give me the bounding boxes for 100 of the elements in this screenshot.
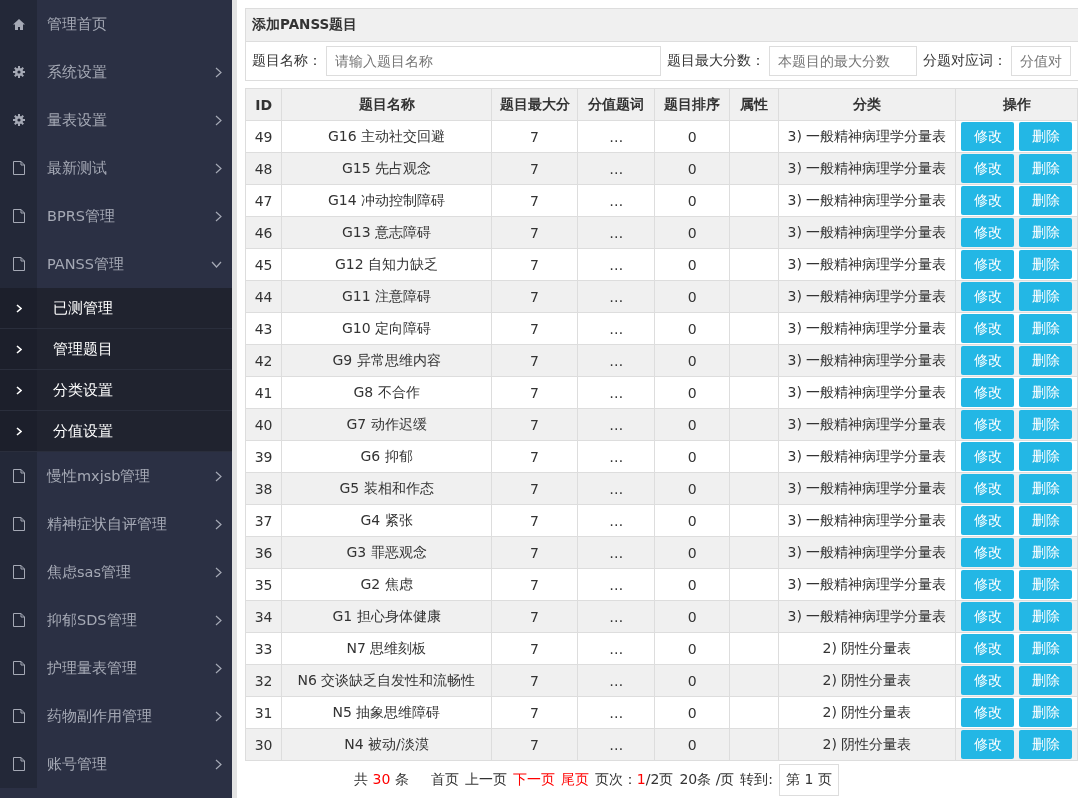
action-button[interactable]: 修改 [961, 410, 1014, 439]
table-cell: G4 紧张 [281, 504, 492, 537]
action-button[interactable]: 删除 [1019, 314, 1072, 343]
action-button[interactable]: 删除 [1019, 474, 1072, 503]
action-button[interactable]: 删除 [1019, 730, 1072, 759]
table-cell: 7 [491, 376, 578, 409]
action-button[interactable]: 修改 [961, 666, 1014, 695]
table-cell: 0 [654, 568, 730, 601]
document-icon [12, 469, 25, 483]
action-button[interactable]: 修改 [961, 506, 1014, 535]
table-cell: 0 [654, 120, 730, 153]
table-cell: G15 先占观念 [281, 152, 492, 185]
table-cell: G1 担心身体健康 [281, 600, 492, 633]
table-cell: 3) 一般精神病理学分量表 [778, 312, 956, 345]
action-button[interactable]: 删除 [1019, 218, 1072, 247]
table-cell: 3) 一般精神病理学分量表 [778, 376, 956, 409]
action-button[interactable]: 修改 [961, 538, 1014, 567]
action-button[interactable]: 删除 [1019, 186, 1072, 215]
action-button[interactable]: 删除 [1019, 506, 1072, 535]
action-button[interactable]: 修改 [961, 122, 1014, 151]
total-count: 共 30 条 [354, 770, 409, 789]
table-cell: … [577, 184, 655, 217]
field-label: 题目名称： [252, 52, 322, 70]
chevron-down-icon [211, 260, 222, 268]
action-button[interactable]: 修改 [961, 378, 1014, 407]
table-cell: 46 [245, 216, 282, 249]
table-cell: … [577, 376, 655, 409]
chevron-right-icon [215, 470, 222, 482]
table-cell: G6 抑郁 [281, 440, 492, 473]
chevron-right-icon [15, 385, 22, 395]
table-cell: 0 [654, 280, 730, 313]
table-cell: 41 [245, 376, 282, 409]
action-button[interactable]: 删除 [1019, 346, 1072, 375]
table-cell: 37 [245, 504, 282, 537]
action-button[interactable]: 删除 [1019, 666, 1072, 695]
table-cell: N6 交谈缺乏自发性和流畅性 [281, 664, 492, 697]
table-cell: G11 注意障碍 [281, 280, 492, 313]
submenu-item[interactable]: 管理题目 [0, 329, 232, 370]
table-cell: 7 [491, 184, 578, 217]
table-cell: 0 [654, 344, 730, 377]
page-jump-field[interactable]: 第 1 页 [779, 763, 839, 796]
page-info: 页次：1/2页 [594, 770, 674, 789]
table-cell: … [577, 536, 655, 569]
action-button[interactable]: 删除 [1019, 378, 1072, 407]
table-cell: 0 [654, 696, 730, 729]
table-cell: … [577, 728, 655, 761]
submenu-item[interactable]: 分值设置 [0, 411, 232, 452]
input-field[interactable]: 本题目的最大分数 [769, 46, 917, 76]
action-button[interactable]: 修改 [961, 186, 1014, 215]
action-button[interactable]: 修改 [961, 282, 1014, 311]
action-button[interactable]: 删除 [1019, 154, 1072, 183]
submenu-item[interactable]: 分类设置 [0, 370, 232, 411]
table-cell: 0 [654, 440, 730, 473]
action-button[interactable]: 修改 [961, 698, 1014, 727]
action-button[interactable]: 删除 [1019, 698, 1072, 727]
table-cell: N7 思维刻板 [281, 632, 492, 665]
table-cell: 7 [491, 152, 578, 185]
action-button[interactable]: 修改 [961, 314, 1014, 343]
action-button[interactable]: 修改 [961, 250, 1014, 279]
submenu-item[interactable]: 已测管理 [0, 288, 232, 329]
table-cell: … [577, 632, 655, 665]
table-cell: … [577, 696, 655, 729]
table-cell: 0 [654, 248, 730, 281]
action-button[interactable]: 修改 [961, 730, 1014, 759]
action-button[interactable]: 修改 [961, 442, 1014, 471]
table-cell: 2) 阴性分量表 [778, 632, 956, 665]
gear-icon [12, 114, 25, 126]
action-button[interactable]: 修改 [961, 474, 1014, 503]
table-cell: G5 装相和作态 [281, 472, 492, 505]
action-button[interactable]: 删除 [1019, 410, 1072, 439]
action-button[interactable]: 删除 [1019, 570, 1072, 599]
action-button[interactable]: 删除 [1019, 634, 1072, 663]
action-button[interactable]: 删除 [1019, 442, 1072, 471]
table-cell: 7 [491, 248, 578, 281]
table-cell: 7 [491, 600, 578, 633]
table-cell: G8 不合作 [281, 376, 492, 409]
action-button[interactable]: 删除 [1019, 250, 1072, 279]
action-button[interactable]: 修改 [961, 570, 1014, 599]
action-button[interactable]: 修改 [961, 602, 1014, 631]
action-button[interactable]: 删除 [1019, 602, 1072, 631]
action-button[interactable]: 修改 [961, 346, 1014, 375]
page-link[interactable]: 下一页 [512, 770, 555, 789]
action-button[interactable]: 修改 [961, 634, 1014, 663]
page-link[interactable]: 尾页 [560, 770, 589, 789]
table-cell: 0 [654, 504, 730, 537]
action-button[interactable]: 删除 [1019, 538, 1072, 567]
action-button[interactable]: 删除 [1019, 282, 1072, 311]
input-field[interactable]: 分值对 [1011, 46, 1071, 76]
table-cell: 48 [245, 152, 282, 185]
action-button[interactable]: 删除 [1019, 122, 1072, 151]
table-cell: … [577, 344, 655, 377]
table-cell: 0 [654, 632, 730, 665]
action-button[interactable]: 修改 [961, 154, 1014, 183]
action-button[interactable]: 修改 [961, 218, 1014, 247]
page-size: 20条 /页 [679, 770, 735, 789]
table-cell: G2 焦虑 [281, 568, 492, 601]
field-label: 题目最大分数： [667, 52, 765, 70]
column-header: 题目最大分 [491, 88, 578, 121]
input-field[interactable]: 请输入题目名称 [326, 46, 661, 76]
goto-label: 转到: [740, 770, 774, 789]
